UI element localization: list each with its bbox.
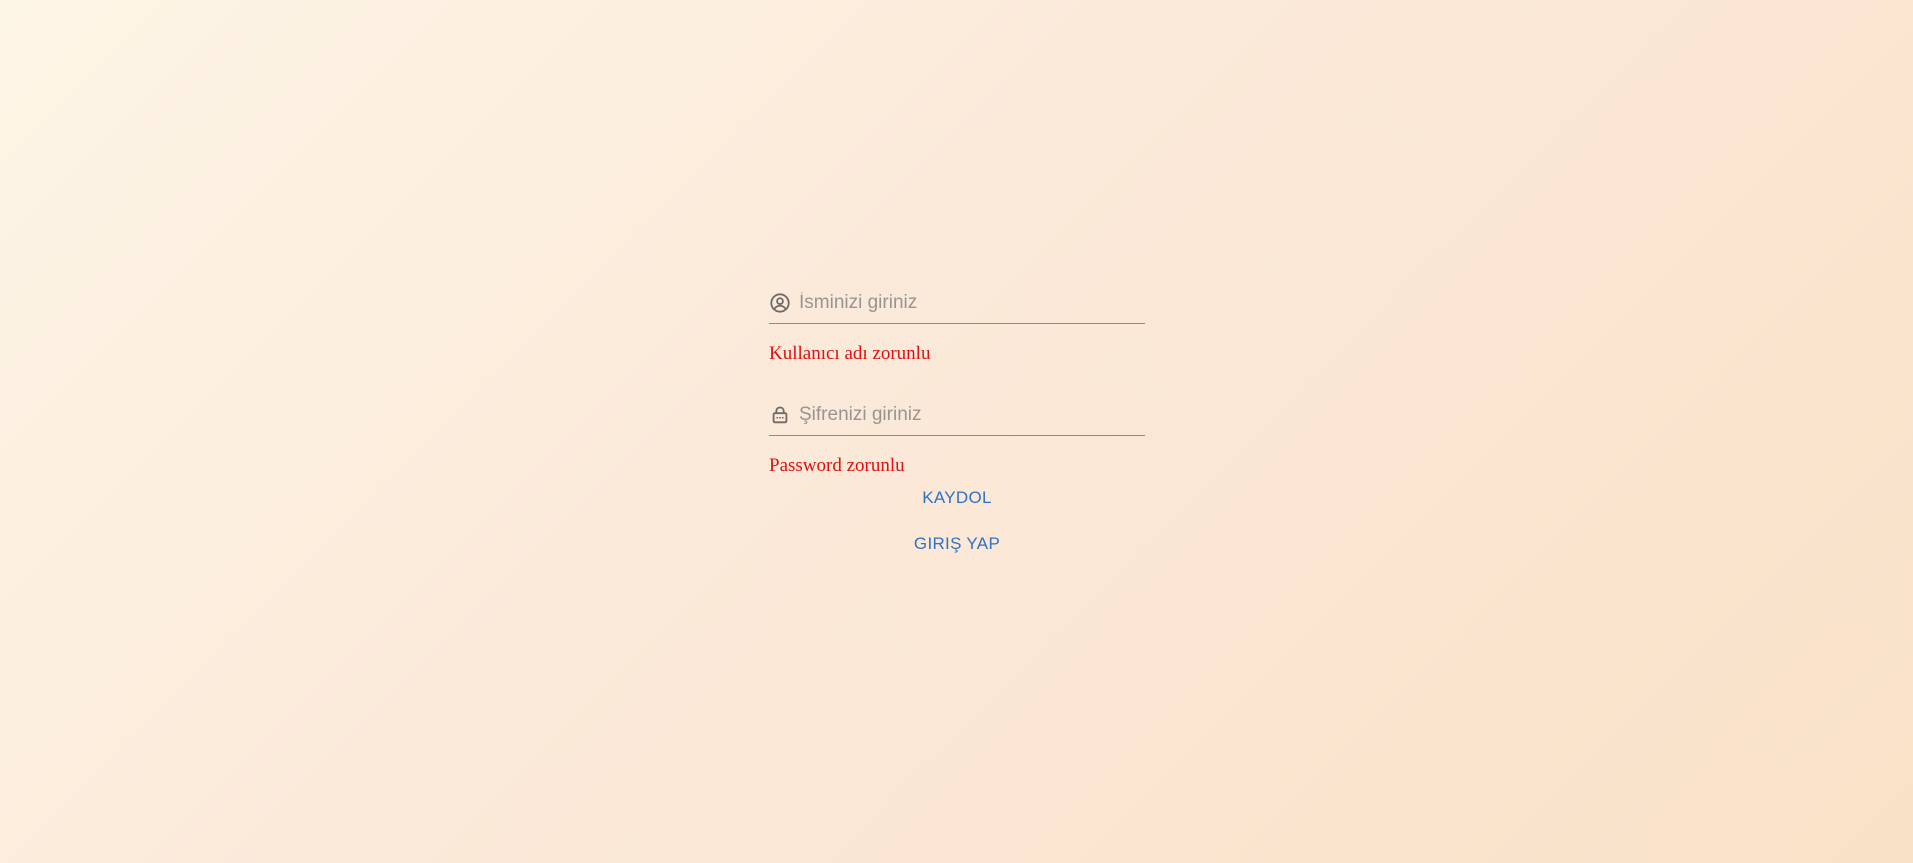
login-form: Kullanıcı adı zorunlu Password zorunlu K… — [769, 280, 1145, 558]
signup-button[interactable]: KAYDOL — [912, 484, 1002, 512]
password-field — [769, 392, 1145, 436]
username-field — [769, 280, 1145, 324]
password-input[interactable] — [799, 400, 1139, 430]
username-error: Kullanıcı adı zorunlu — [769, 343, 931, 364]
login-button[interactable]: GIRIŞ YAP — [904, 530, 1010, 558]
password-error: Password zorunlu — [769, 455, 905, 476]
username-input[interactable] — [799, 288, 1139, 318]
user-circle-icon — [769, 292, 791, 314]
lock-icon — [769, 404, 791, 426]
